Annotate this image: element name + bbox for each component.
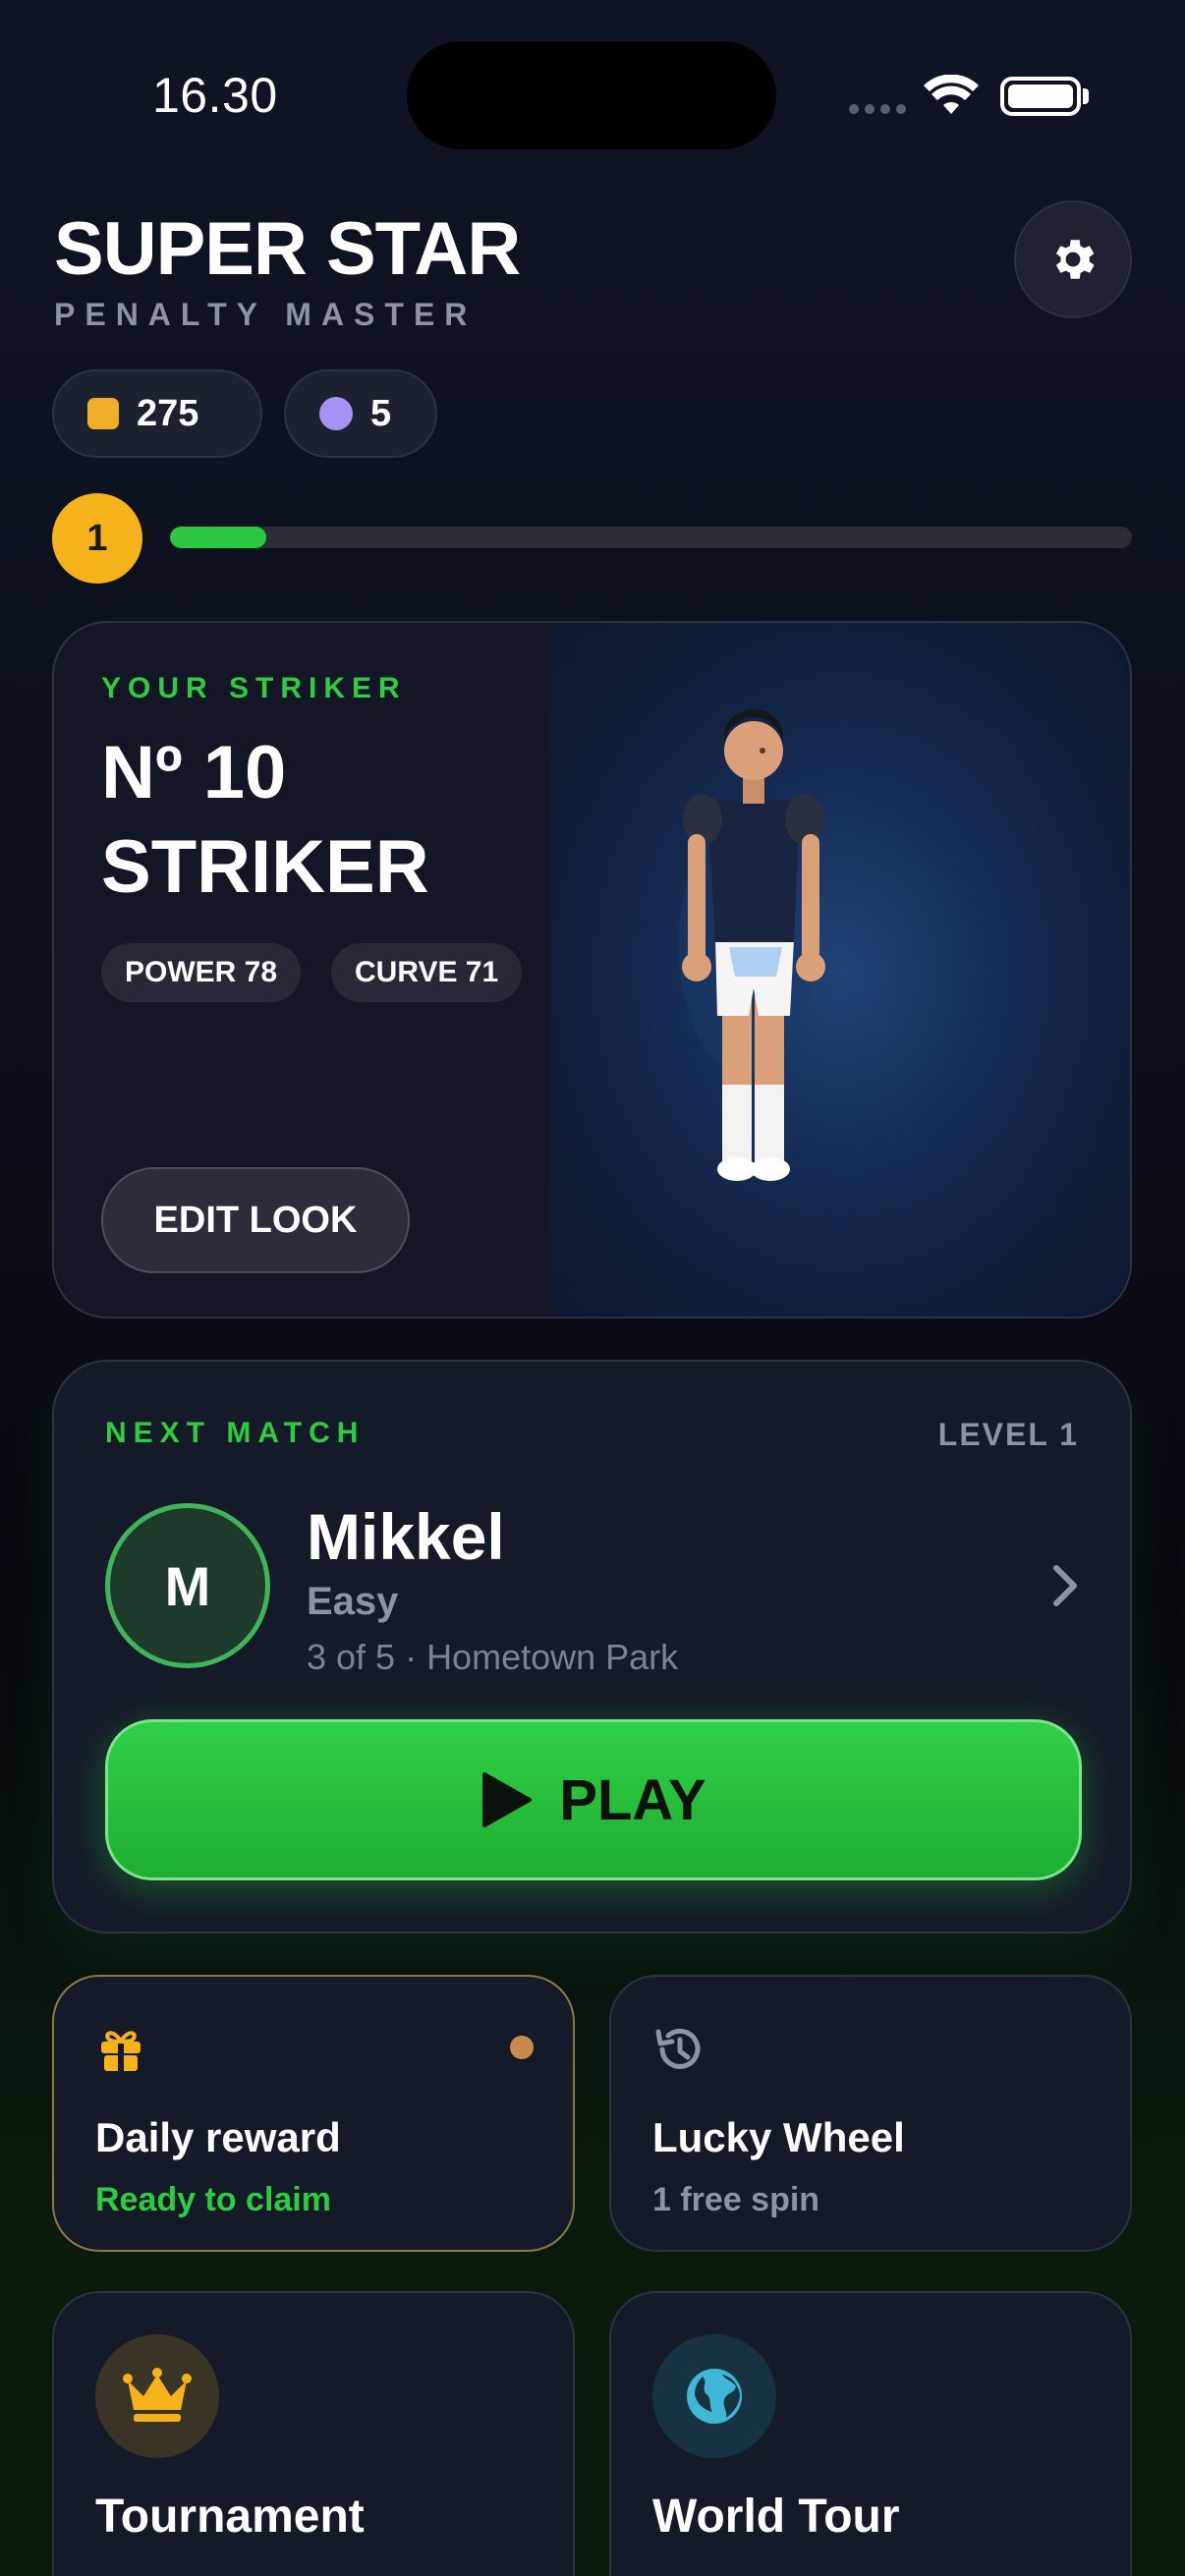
dynamic-island <box>407 41 776 149</box>
play-icon <box>482 1772 533 1827</box>
level-badge: 1 <box>52 493 142 584</box>
gems-count: 5 <box>370 392 392 434</box>
tournament-card[interactable]: Tournament <box>52 2291 575 2576</box>
signal-dots-icon <box>849 104 906 114</box>
next-match-label: NEXT MATCH <box>105 1417 366 1449</box>
settings-button[interactable] <box>1014 200 1132 318</box>
gear-icon <box>1055 240 1095 279</box>
edit-look-button[interactable]: EDIT LOOK <box>101 1167 410 1273</box>
daily-reward-status: Ready to claim <box>95 2181 331 2218</box>
world-tour-title: World Tour <box>652 2491 900 2543</box>
curve-stat-badge: CURVE 71 <box>331 943 523 1002</box>
lucky-wheel-title: Lucky Wheel <box>652 2114 905 2160</box>
globe-icon <box>687 2369 742 2424</box>
match-progress: 3 of 5 · Hometown Park <box>307 1637 679 1677</box>
play-label: PLAY <box>559 1767 706 1832</box>
history-icon <box>655 2028 701 2069</box>
next-match-card[interactable]: NEXT MATCH LEVEL 1 M Mikkel Easy 3 of 5 … <box>52 1360 1132 1933</box>
app-title: SUPER STAR <box>54 207 521 291</box>
striker-name: Nº 10 STRIKER <box>101 726 429 915</box>
striker-card: YOUR STRIKER Nº 10 STRIKER POWER 78 CURV… <box>52 621 1132 1318</box>
opponent-avatar: M <box>105 1503 270 1668</box>
daily-reward-title: Daily reward <box>95 2114 341 2160</box>
player-figure-image <box>678 709 825 1181</box>
coin-icon <box>87 398 119 429</box>
gift-icon <box>101 2031 141 2071</box>
striker-number: Nº 10 <box>101 731 287 814</box>
coins-count: 275 <box>137 392 199 434</box>
battery-icon <box>1000 77 1081 116</box>
gems-pill[interactable]: 5 <box>284 369 437 458</box>
world-tour-card[interactable]: World Tour <box>609 2291 1132 2576</box>
notification-dot <box>510 2036 534 2059</box>
tournament-title: Tournament <box>95 2491 365 2543</box>
daily-reward-card[interactable]: Daily reward Ready to claim <box>52 1975 575 2252</box>
world-tour-icon-badge <box>652 2334 776 2458</box>
lucky-wheel-card[interactable]: Lucky Wheel 1 free spin <box>609 1975 1132 2252</box>
status-time: 16.30 <box>152 68 278 123</box>
gem-icon <box>319 397 353 430</box>
opponent-difficulty: Easy <box>307 1580 399 1623</box>
chevron-right-icon[interactable] <box>1046 1558 1086 1613</box>
striker-section-label: YOUR STRIKER <box>101 672 407 704</box>
wifi-icon <box>924 75 979 114</box>
app-subtitle: PENALTY MASTER <box>54 297 478 332</box>
power-stat-badge: POWER 78 <box>101 943 302 1002</box>
battery-cap <box>1083 88 1089 104</box>
striker-role: STRIKER <box>101 825 429 909</box>
play-button[interactable]: PLAY <box>105 1719 1082 1880</box>
striker-portrait <box>550 623 1130 1316</box>
tournament-icon-badge <box>95 2334 219 2458</box>
xp-progress-bar <box>170 527 1132 548</box>
lucky-wheel-status: 1 free spin <box>652 2181 820 2218</box>
xp-progress-fill <box>170 527 266 548</box>
coins-pill[interactable]: 275 <box>52 369 262 458</box>
crown-icon <box>123 2368 192 2422</box>
opponent-name: Mikkel <box>307 1500 505 1573</box>
match-level-label: LEVEL 1 <box>937 1417 1079 1452</box>
